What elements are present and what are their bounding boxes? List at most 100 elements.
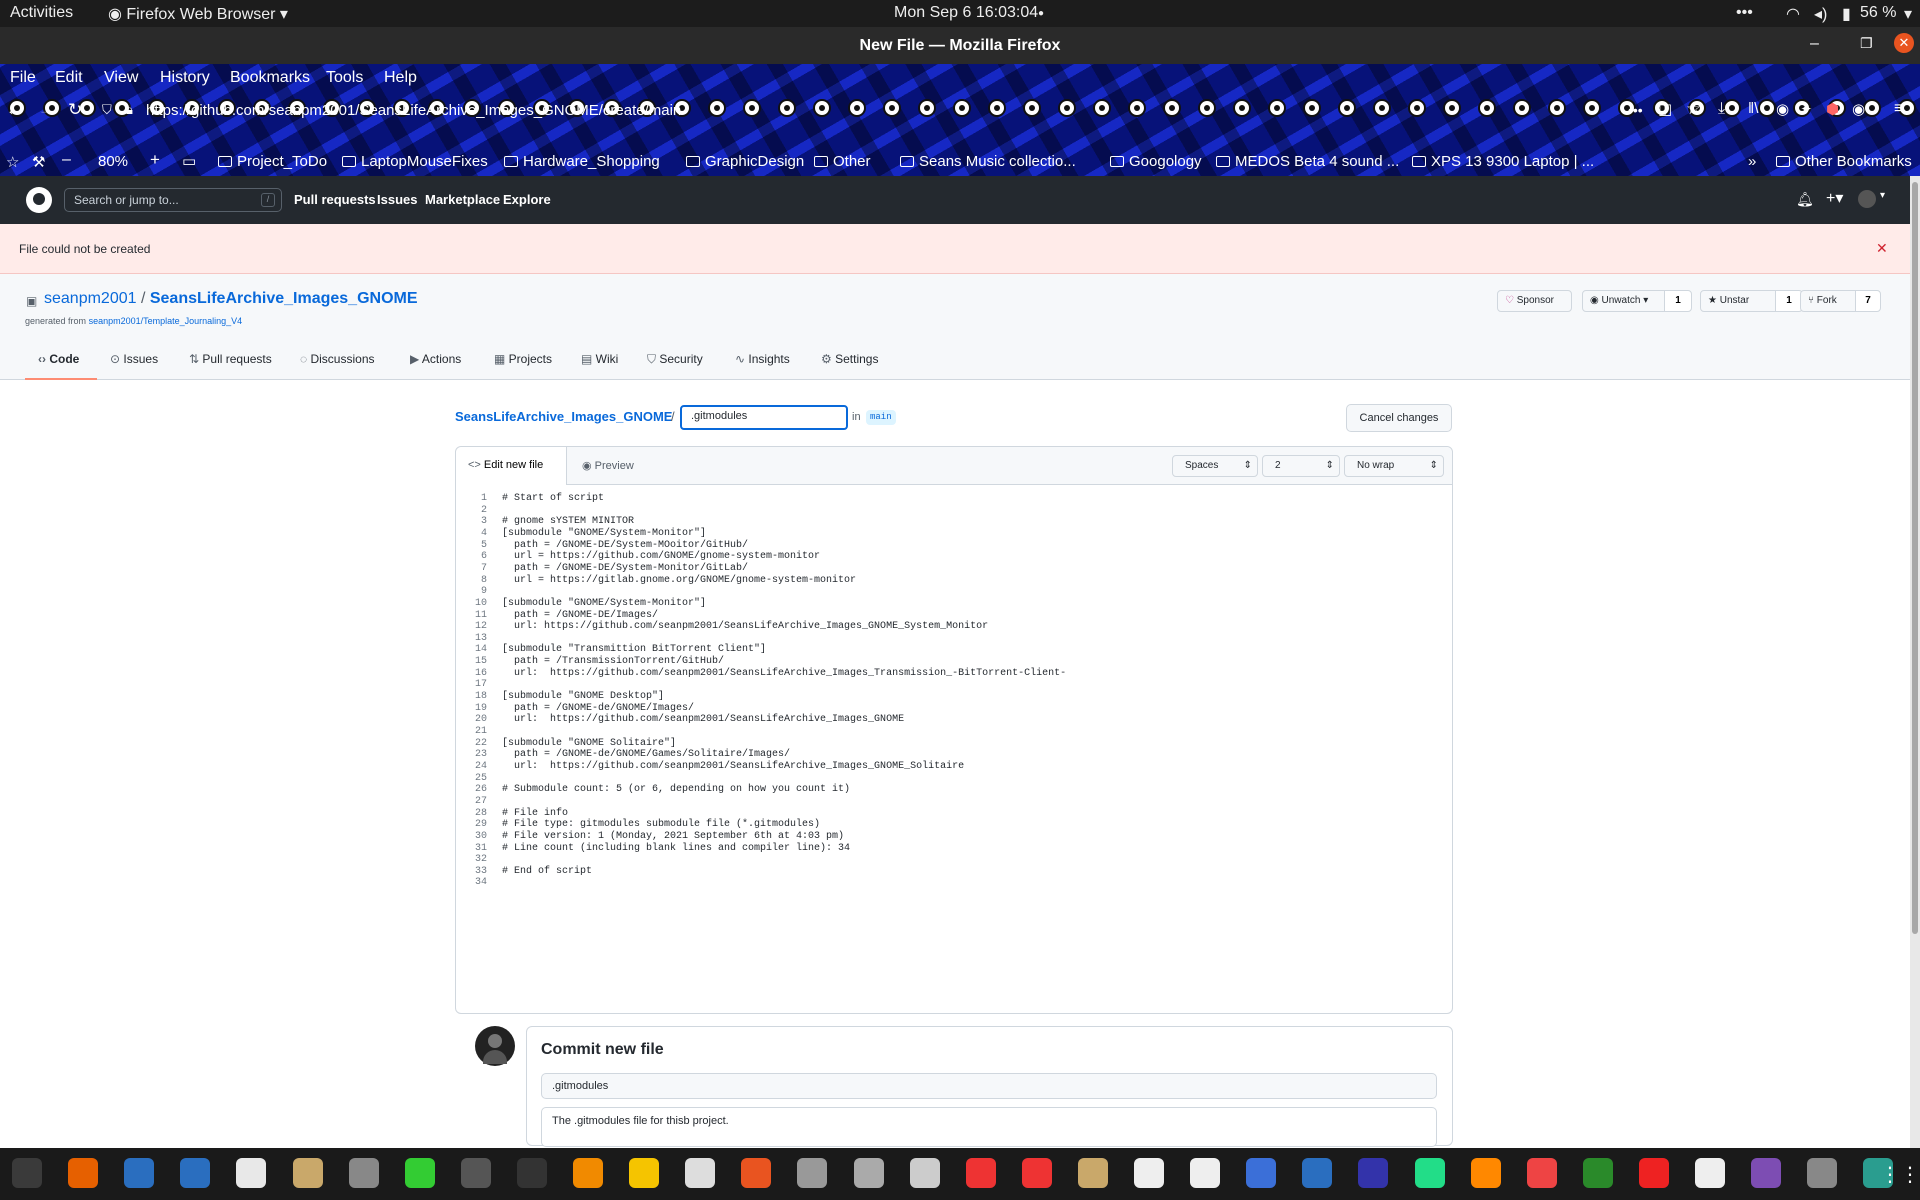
- code-line[interactable]: # gnome sYSTEM MINITOR: [502, 516, 634, 527]
- commit-description-textarea[interactable]: The .gitmodules file for thisb project.: [541, 1107, 1437, 1147]
- bookmark-item[interactable]: Hardware_Shopping: [504, 153, 660, 170]
- tab-security[interactable]: ⛉ Security: [647, 352, 703, 367]
- tab-favicon-icon[interactable]: [883, 99, 901, 117]
- code-line[interactable]: path = /GNOME-DE/System-MOoitor/GitHub/: [502, 540, 748, 551]
- code-line[interactable]: path = /TransmissionTorrent/GitHub/: [502, 656, 724, 667]
- system-menu-icon[interactable]: ▾: [1904, 4, 1912, 24]
- code-line[interactable]: url: https://github.com/seanpm2001/Seans…: [502, 668, 1066, 679]
- bell-icon[interactable]: 🔔︎: [1796, 191, 1814, 208]
- tab-favicon-icon[interactable]: [1583, 99, 1601, 117]
- dock-app-icon[interactable]: [909, 1158, 940, 1188]
- bookmark-item[interactable]: Googology: [1110, 153, 1202, 170]
- code-line[interactable]: # Start of script: [502, 493, 604, 504]
- repo-link[interactable]: SeansLifeArchive_Images_GNOME: [150, 290, 418, 307]
- overflow-icon[interactable]: •••: [1736, 4, 1753, 22]
- code-line[interactable]: url: https://github.com/seanpm2001/Seans…: [502, 621, 988, 632]
- dock-app-icon[interactable]: [1134, 1158, 1164, 1188]
- code-line[interactable]: [submodule "GNOME/System-Monitor"]: [502, 528, 706, 539]
- dock-app-icon[interactable]: [12, 1158, 42, 1188]
- dock-app-icon[interactable]: [1807, 1158, 1838, 1188]
- dock-app-icon[interactable]: [685, 1158, 716, 1188]
- tab-pull-requests[interactable]: ⇅ Pull requests: [189, 352, 272, 366]
- code-line[interactable]: # Line count (including blank lines and …: [502, 843, 850, 854]
- tab-favicon-icon[interactable]: [1268, 99, 1286, 117]
- dock-app-icon[interactable]: [1414, 1158, 1445, 1188]
- filename-input[interactable]: .gitmodules: [680, 405, 848, 430]
- dock-app-icon[interactable]: [1190, 1158, 1221, 1188]
- forward-icon[interactable]: →: [38, 100, 55, 120]
- code-line[interactable]: # File version: 1 (Monday, 2021 Septembe…: [502, 831, 844, 842]
- owner-link[interactable]: seanpm2001: [44, 290, 137, 307]
- code-line[interactable]: path = /GNOME-de/GNOME/Games/Solitaire/I…: [502, 749, 790, 760]
- search-input[interactable]: Search or jump to...: [64, 188, 282, 212]
- dock-app-icon[interactable]: [460, 1158, 491, 1188]
- code-line[interactable]: [submodule "Transmittion BitTorrent Clie…: [502, 644, 766, 655]
- code-line[interactable]: [submodule "GNOME/System-Monitor"]: [502, 598, 706, 609]
- unstar-button[interactable]: ★ Unstar: [1700, 290, 1776, 312]
- dock-app-icon[interactable]: [1526, 1158, 1557, 1188]
- bookmark-item[interactable]: Project_ToDo: [218, 153, 327, 170]
- ublock-icon[interactable]: ⬢: [1826, 100, 1839, 118]
- battery-icon[interactable]: ▮: [1842, 4, 1851, 24]
- show-apps-icon[interactable]: ⋮⋮: [1880, 1162, 1920, 1187]
- bookmark-item[interactable]: LaptopMouseFixes: [342, 153, 488, 170]
- nav-issues[interactable]: Issues: [377, 192, 417, 207]
- hamburger-menu-icon[interactable]: ≡: [1894, 100, 1903, 118]
- tab-favicon-icon[interactable]: [953, 99, 971, 117]
- dock-app-icon[interactable]: [1358, 1158, 1389, 1188]
- url-field[interactable]: https://github.com/seanpm2001/SeansLifeA…: [146, 102, 681, 119]
- dock-app-icon[interactable]: [516, 1158, 547, 1188]
- menu-file[interactable]: File: [10, 69, 36, 87]
- dock-app-icon[interactable]: [1470, 1158, 1501, 1188]
- chevron-down-icon[interactable]: ▾: [1880, 190, 1885, 201]
- wrench-icon[interactable]: ⚒: [32, 153, 45, 171]
- watch-count[interactable]: 1: [1664, 290, 1692, 312]
- lock-icon[interactable]: 🔒︎: [126, 102, 133, 118]
- menu-help[interactable]: Help: [384, 69, 417, 87]
- template-link[interactable]: seanpm2001/Template_Journaling_V4: [89, 316, 243, 326]
- menu-edit[interactable]: Edit: [55, 69, 83, 87]
- tab-favicon-icon[interactable]: [1408, 99, 1426, 117]
- dock-app-icon[interactable]: [68, 1158, 99, 1188]
- code-line[interactable]: path = /GNOME-de/GNOME/Images/: [502, 703, 694, 714]
- app-menu[interactable]: ◉ Firefox Web Browser ▾: [108, 4, 288, 24]
- dock-app-icon[interactable]: [1302, 1158, 1333, 1188]
- zoom-level[interactable]: 80%: [98, 153, 128, 170]
- tab-settings[interactable]: ⚙ Settings: [821, 352, 878, 366]
- code-line[interactable]: url: https://github.com/seanpm2001/Seans…: [502, 714, 904, 725]
- tab-edit-new-file[interactable]: <> Edit new file: [456, 447, 567, 485]
- tab-favicon-icon[interactable]: [1478, 99, 1496, 117]
- tab-favicon-icon[interactable]: [1338, 99, 1356, 117]
- tab-insights[interactable]: ∿ Insights: [735, 352, 790, 366]
- dock-app-icon[interactable]: [741, 1158, 772, 1188]
- tab-favicon-icon[interactable]: [1128, 99, 1146, 117]
- dock-app-icon[interactable]: [1638, 1158, 1669, 1188]
- tab-favicon-icon[interactable]: [1303, 99, 1321, 117]
- code-line[interactable]: url = https://gitlab.gnome.org/GNOME/gno…: [502, 575, 856, 586]
- extension-icon[interactable]: ✦: [1800, 100, 1813, 118]
- library-icon[interactable]: ‖\: [1748, 100, 1758, 117]
- bookmark-item[interactable]: Other Bookmarks: [1776, 153, 1912, 170]
- indent-mode-select[interactable]: Spaces: [1172, 455, 1258, 477]
- dock-app-icon[interactable]: [1077, 1158, 1108, 1188]
- tab-favicon-icon[interactable]: [1548, 99, 1566, 117]
- bookmark-item[interactable]: MEDOS Beta 4 sound ...: [1216, 153, 1399, 170]
- page-actions-icon[interactable]: •••: [1628, 102, 1643, 118]
- dock-app-icon[interactable]: [1582, 1158, 1613, 1188]
- breadcrumb-repo-link[interactable]: SeansLifeArchive_Images_GNOME: [455, 409, 672, 424]
- tab-favicon-icon[interactable]: [1198, 99, 1216, 117]
- tab-favicon-icon[interactable]: [778, 99, 796, 117]
- dock-app-icon[interactable]: [1246, 1158, 1277, 1188]
- tab-code[interactable]: ‹› Code: [38, 352, 79, 366]
- code-line[interactable]: # Submodule count: 5 (or 6, depending on…: [502, 784, 850, 795]
- dock-app-icon[interactable]: [853, 1158, 884, 1188]
- shield-icon[interactable]: ⛉: [102, 102, 112, 118]
- zoom-out-icon[interactable]: –: [62, 151, 71, 169]
- page-scrollbar[interactable]: [1910, 176, 1920, 1148]
- code-line[interactable]: url: https://github.com/seanpm2001/Seans…: [502, 761, 964, 772]
- dock-app-icon[interactable]: [180, 1158, 211, 1188]
- zoom-in-icon[interactable]: +: [150, 150, 160, 170]
- menu-tools[interactable]: Tools: [326, 69, 363, 87]
- dock-app-icon[interactable]: [965, 1158, 996, 1188]
- tab-favicon-icon[interactable]: [813, 99, 831, 117]
